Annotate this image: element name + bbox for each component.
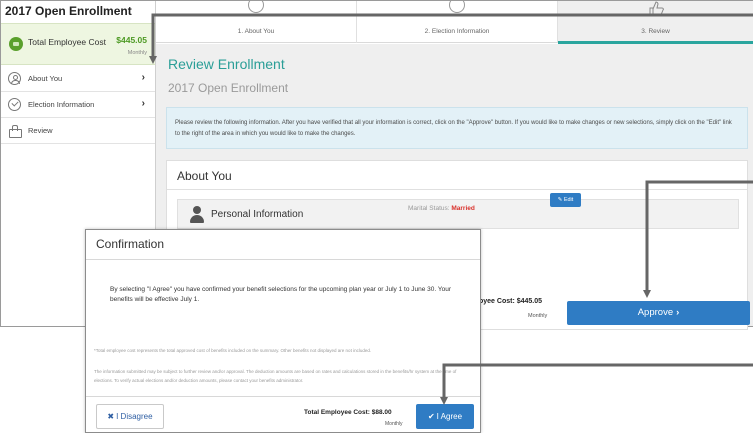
callout-arrow-approve [643, 180, 753, 298]
callout-arrow-sidebar-cost [149, 13, 753, 64]
callout-arrow-agree [440, 363, 753, 405]
callout-arrows [149, 13, 753, 405]
